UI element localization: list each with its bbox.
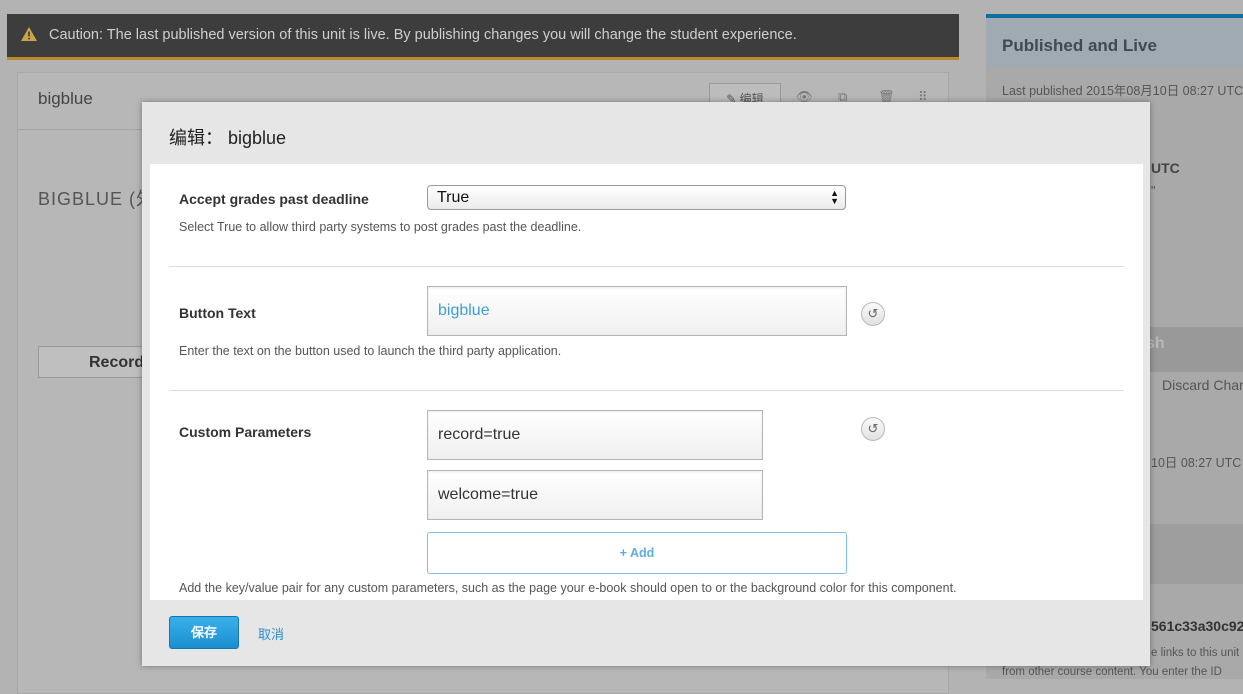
accept-grades-label: Accept grades past deadline [179, 191, 369, 207]
custom-parameter-input[interactable]: record=true [427, 410, 763, 460]
edit-modal: 编辑： bigblue Accept grades past deadline … [142, 102, 1150, 666]
sidebar-header: Published and Live [986, 14, 1243, 67]
add-parameter-button[interactable]: + Add [427, 532, 847, 574]
settings-list: Accept grades past deadline True ▲ ▼ Sele… [150, 164, 1143, 600]
record-button[interactable]: Record [38, 346, 158, 378]
reset-icon: ↺ [867, 421, 879, 436]
button-text-input[interactable]: bigblue [427, 286, 847, 336]
location-help-line2: from other course content. You enter the… [1002, 666, 1222, 678]
custom-parameter-value: welcome=true [438, 486, 539, 503]
divider [169, 266, 1124, 267]
unit-location-id: 561c33a30c92 [1151, 618, 1243, 634]
modal-title: 编辑： bigblue [169, 128, 287, 148]
quote-fragment: " [1151, 184, 1156, 198]
warning-icon [21, 27, 37, 41]
reset-custom-parameters-button[interactable]: ↺ [861, 417, 885, 441]
accept-grades-value: True [437, 189, 470, 206]
button-text-label: Button Text [179, 305, 256, 321]
button-text-help: Enter the text on the button used to lau… [179, 344, 562, 358]
custom-parameters-label: Custom Parameters [179, 424, 312, 440]
accept-grades-help: Select True to allow third party systems… [179, 220, 582, 234]
utc-fragment: UTC [1151, 160, 1180, 176]
accept-grades-select[interactable]: True ▲ ▼ [427, 185, 846, 210]
cancel-link[interactable]: 取消 [258, 624, 284, 643]
select-arrows-icon: ▲ ▼ [830, 188, 839, 206]
location-help-line1: e links to this unit [1151, 647, 1240, 659]
divider [169, 390, 1124, 391]
warning-message: Caution: The last published version of t… [49, 27, 797, 43]
save-button[interactable]: 保存 [169, 616, 239, 649]
discard-changes-link[interactable]: Discard Chan [1162, 377, 1243, 393]
reset-icon: ↺ [867, 306, 879, 321]
reset-button-text-button[interactable]: ↺ [861, 302, 885, 326]
warning-bar: Caution: The last published version of t… [7, 14, 959, 60]
button-text-value: bigblue [438, 302, 490, 319]
component-title: BIGBLUE (外 [38, 189, 156, 209]
last-published-text: Last published 2015年08月10日 08:27 UTC by [1002, 84, 1243, 98]
custom-parameter-input[interactable]: welcome=true [427, 470, 763, 520]
release-date-text: 10日 08:27 UTC b [1151, 456, 1243, 470]
custom-parameters-help: Add the key/value pair for any custom pa… [179, 581, 957, 595]
sidebar-title: Published and Live [1002, 36, 1157, 55]
custom-parameter-value: record=true [438, 426, 521, 443]
unit-name: bigblue [38, 89, 93, 108]
